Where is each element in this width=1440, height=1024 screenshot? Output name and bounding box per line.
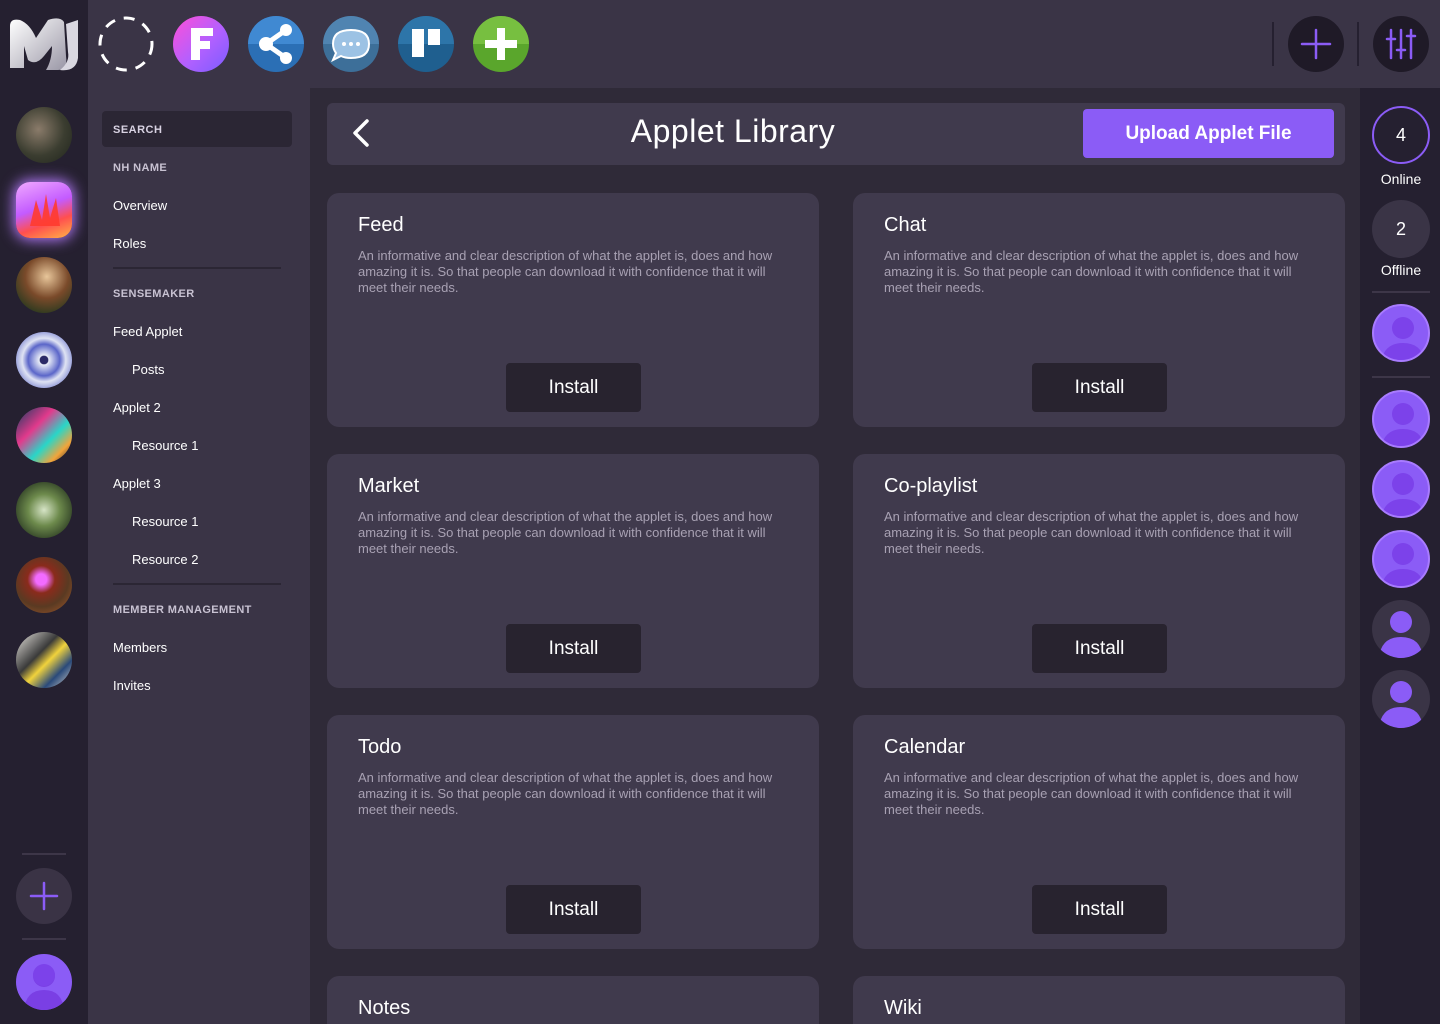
user-icon [1381,543,1425,586]
member-avatar[interactable] [1372,390,1430,448]
divider [1372,291,1430,293]
divider [113,583,281,585]
applet-description: An informative and clear description of … [884,248,1299,295]
nav-item-feed-applet[interactable]: Feed Applet [113,324,182,339]
member-avatar-offline[interactable] [1372,600,1430,658]
page-title: Applet Library [630,113,836,149]
community-avatar[interactable] [16,632,72,688]
applet-card: Feed An informative and clear descriptio… [327,193,819,427]
section-heading: NH NAME [113,162,168,174]
section-heading: SENSEMAKER [113,288,195,300]
members-rail: 4 Online 2 Offline [1360,88,1440,1024]
divider [1272,22,1274,66]
nav-item-members[interactable]: Members [113,640,167,655]
add-applet-button[interactable] [1288,16,1344,72]
nav-item-applet-3[interactable]: Applet 3 [113,476,161,491]
add-community-button[interactable] [16,868,72,924]
nav-item-resource[interactable]: Resource 2 [132,552,198,567]
sliders-icon [1385,28,1417,60]
applet-description: An informative and clear description of … [884,770,1299,817]
settings-button[interactable] [1373,16,1429,72]
divider [22,853,66,855]
applet-name: Chat [884,214,927,236]
plus-app-icon[interactable] [473,16,529,72]
install-button[interactable]: Install [506,624,641,673]
divider [113,267,281,269]
share-app-icon[interactable] [248,16,304,72]
user-icon [24,964,64,1010]
search-input[interactable]: SEARCH [102,111,292,147]
nav-item-overview[interactable]: Overview [113,198,167,213]
applet-card: Calendar An informative and clear descri… [853,715,1345,949]
applet-description: An informative and clear description of … [358,248,773,295]
nh-logo-icon[interactable] [8,16,80,72]
chat-bubble-app-icon[interactable] [323,16,379,72]
applet-name: Co-playlist [884,475,978,497]
applet-card: Todo An informative and clear descriptio… [327,715,819,949]
applet-card: Market An informative and clear descript… [327,454,819,688]
applet-name: Market [358,475,420,497]
dashed-circle-icon[interactable] [98,16,154,72]
install-button[interactable]: Install [1032,624,1167,673]
nav-item-posts[interactable]: Posts [132,362,165,377]
applet-name: Notes [358,997,411,1019]
f-letter-app-icon[interactable] [173,16,229,72]
divider [22,938,66,940]
nav-item-applet-2[interactable]: Applet 2 [113,400,161,415]
applet-card: Notes [327,976,819,1024]
navigation-panel: SEARCH NH NAME Overview Roles SENSEMAKER… [88,88,310,1024]
applet-description: An informative and clear description of … [358,770,773,817]
my-profile-avatar[interactable] [16,954,72,1010]
applet-name: Todo [358,736,402,758]
applet-description: An informative and clear description of … [358,509,773,556]
applet-name: Calendar [884,736,966,758]
member-avatar-offline[interactable] [1372,670,1430,728]
user-icon [1379,681,1423,728]
nav-item-invites[interactable]: Invites [113,678,151,693]
plus-icon [1300,28,1332,60]
member-avatar[interactable] [1372,304,1430,362]
applet-name: Feed [358,214,404,236]
applet-name: Wiki [884,997,922,1019]
applet-card: Co-playlist An informative and clear des… [853,454,1345,688]
community-avatar[interactable] [16,557,72,613]
install-button[interactable]: Install [1032,363,1167,412]
install-button[interactable]: Install [1032,885,1167,934]
online-count[interactable]: 4 [1372,106,1430,164]
online-label: Online [1380,171,1422,187]
section-heading: MEMBER MANAGEMENT [113,604,252,616]
community-rail [0,0,88,1024]
nav-item-roles[interactable]: Roles [113,236,146,251]
community-avatar[interactable] [16,107,72,163]
community-avatar[interactable] [16,482,72,538]
user-icon [1379,611,1423,658]
member-avatar[interactable] [1372,460,1430,518]
community-avatar[interactable] [16,407,72,463]
community-avatar-selected[interactable] [16,182,72,238]
applet-card: Wiki [853,976,1345,1024]
page-header: Applet Library Upload Applet File [327,103,1345,165]
offline-count[interactable]: 2 [1372,200,1430,258]
user-icon [1381,403,1425,446]
divider [1357,22,1359,66]
install-button[interactable]: Install [506,363,641,412]
upload-applet-button[interactable]: Upload Applet File [1083,109,1334,158]
app-toolbar [88,0,1440,88]
offline-label: Offline [1380,262,1422,278]
nav-item-resource[interactable]: Resource 1 [132,438,198,453]
nav-item-resource[interactable]: Resource 1 [132,514,198,529]
community-avatar[interactable] [16,257,72,313]
divider [1372,376,1430,378]
plus-icon [29,881,59,911]
community-avatar[interactable] [16,332,72,388]
board-app-icon[interactable] [398,16,454,72]
applet-description: An informative and clear description of … [884,509,1299,556]
install-button[interactable]: Install [506,885,641,934]
user-icon [1381,473,1425,516]
user-icon [1381,317,1425,360]
applet-card: Chat An informative and clear descriptio… [853,193,1345,427]
member-avatar[interactable] [1372,530,1430,588]
